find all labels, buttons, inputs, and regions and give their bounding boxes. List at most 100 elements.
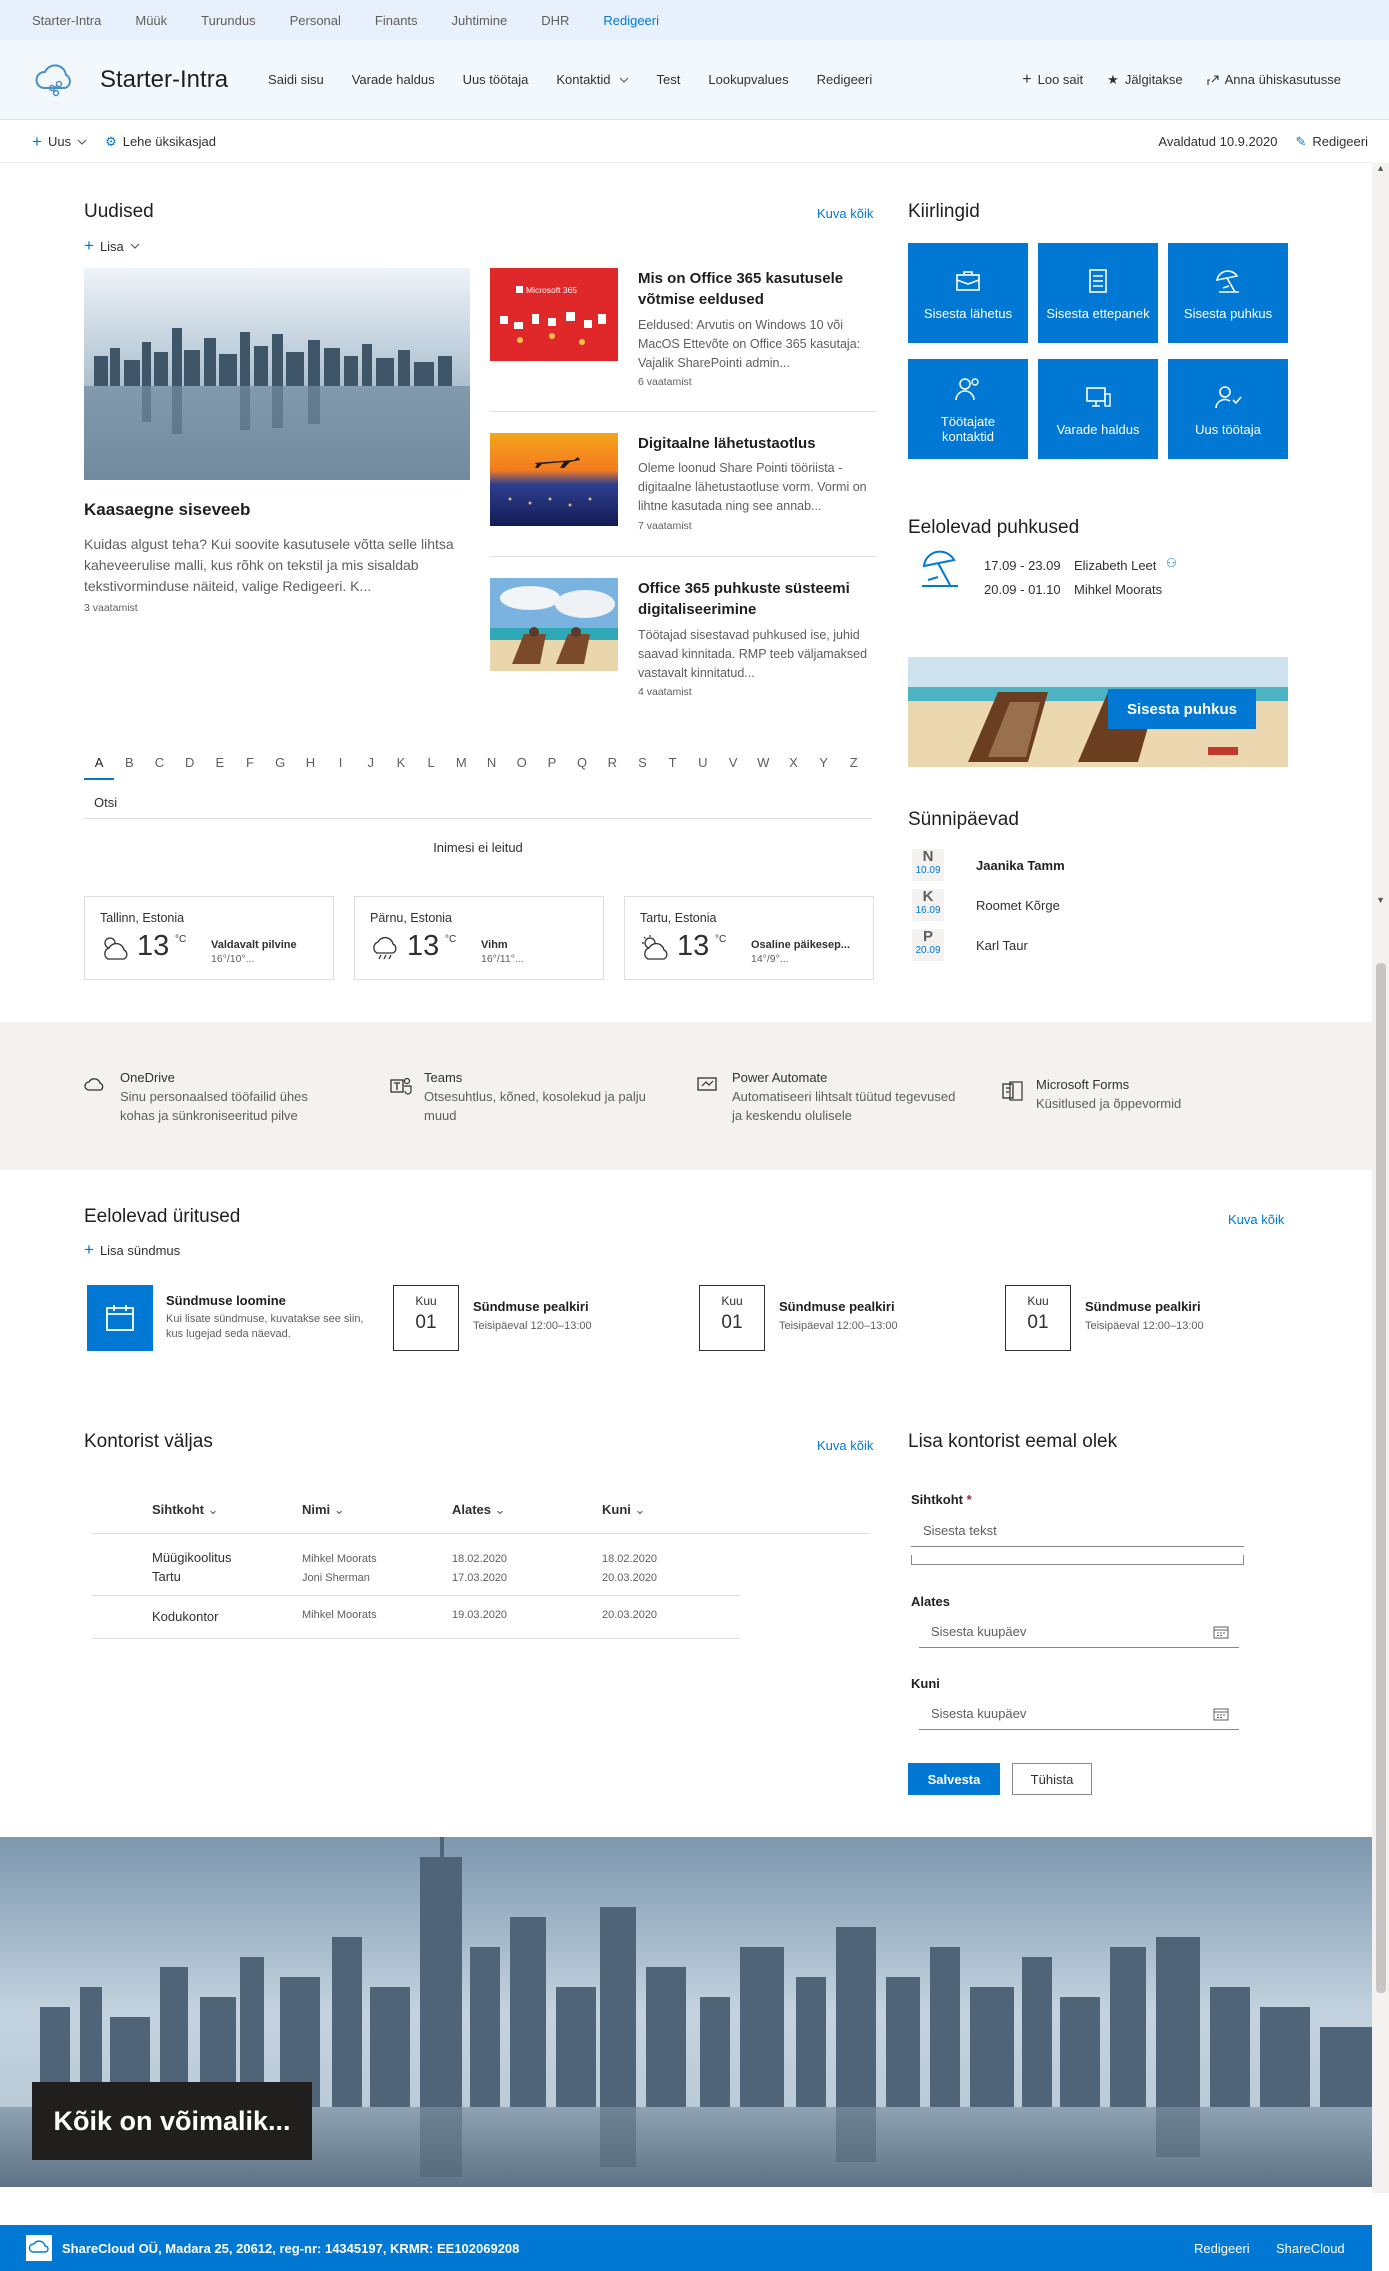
weather-card[interactable]: Pärnu, Estonia 13 °C Vihm 16°/11°... — [354, 896, 604, 980]
hub-nav-item[interactable]: DHR — [541, 13, 569, 28]
news-add-button[interactable]: + Lisa — [84, 236, 140, 256]
letter-filter[interactable]: V — [718, 755, 748, 770]
letter-filter[interactable]: U — [688, 755, 718, 770]
hub-nav-item[interactable]: Finants — [375, 13, 418, 28]
nav-item[interactable]: Saidi sisu — [268, 72, 324, 87]
birthday-name[interactable]: Jaanika Tamm — [976, 858, 1065, 873]
letter-filter[interactable]: N — [476, 755, 506, 770]
event-card[interactable]: Kuu 01 Sündmuse pealkiri Teisipäeval 12:… — [699, 1285, 898, 1351]
letter-filter[interactable]: M — [446, 755, 476, 770]
event-create-card[interactable]: Sündmuse loomine Kui lisate sündmuse, ku… — [87, 1285, 366, 1351]
letter-filter[interactable]: H — [295, 755, 325, 770]
letter-filter[interactable]: B — [114, 755, 144, 770]
destination-input[interactable]: Sisesta tekst — [911, 1515, 1244, 1547]
holiday-name[interactable]: Mihkel Moorats — [1074, 582, 1162, 597]
hub-nav-item[interactable]: Personal — [290, 13, 341, 28]
save-button[interactable]: Salvesta — [908, 1763, 1000, 1795]
follow-button[interactable]: ★ Jälgitakse — [1107, 71, 1182, 89]
letter-filter[interactable]: O — [507, 755, 537, 770]
birthday-name[interactable]: Karl Taur — [976, 938, 1028, 953]
letter-filter[interactable]: Y — [809, 755, 839, 770]
letter-filter[interactable]: J — [356, 755, 386, 770]
news-see-all-link[interactable]: Kuva kõik — [817, 206, 873, 221]
letter-filter[interactable]: Z — [839, 755, 869, 770]
news-thumb-airplane[interactable] — [490, 433, 618, 526]
add-event-button[interactable]: + Lisa sündmus — [84, 1240, 180, 1260]
letter-filter[interactable]: F — [235, 755, 265, 770]
quick-link[interactable]: Varade haldus — [1038, 359, 1158, 459]
nav-item[interactable]: Varade haldus — [352, 72, 435, 87]
letter-filter[interactable]: X — [778, 755, 808, 770]
footer-edit-link[interactable]: Redigeeri — [1194, 2241, 1250, 2256]
share-button[interactable]: Anna ühiskasutusse — [1207, 71, 1341, 89]
cancel-button[interactable]: Tühista — [1012, 1763, 1092, 1795]
quick-link[interactable]: Uus töötaja — [1168, 359, 1288, 459]
letter-filter[interactable]: E — [205, 755, 235, 770]
scrollbar-thumb[interactable] — [1376, 963, 1386, 1993]
events-see-all-link[interactable]: Kuva kõik — [1228, 1212, 1284, 1227]
letter-filter[interactable]: T — [658, 755, 688, 770]
from-date-input[interactable]: Sisesta kuupäev — [919, 1616, 1239, 1648]
app-link-power-automate[interactable]: Power Automate Automatiseeri lihtsalt tü… — [696, 1068, 966, 1125]
letter-filter[interactable]: D — [175, 755, 205, 770]
table-row[interactable]: Kodukontor Mihkel Moorats 19.03.2020 20.… — [92, 1597, 740, 1639]
letter-filter[interactable]: S — [627, 755, 657, 770]
scroll-down-arrow[interactable]: ▼ — [1376, 895, 1385, 905]
news-item-title[interactable]: Digitaalne lähetustaotlus — [638, 433, 873, 454]
letter-filter[interactable]: R — [597, 755, 627, 770]
new-button[interactable]: + Uus — [32, 132, 87, 152]
letter-filter[interactable]: W — [748, 755, 778, 770]
hub-nav-item[interactable]: Turundus — [201, 13, 255, 28]
site-title[interactable]: Starter-Intra — [100, 66, 228, 94]
ooo-see-all-link[interactable]: Kuva kõik — [817, 1438, 873, 1453]
weather-card[interactable]: Tallinn, Estonia 13 °C Valdavalt pilvine… — [84, 896, 334, 980]
letter-filter[interactable]: P — [537, 755, 567, 770]
letter-filter[interactable]: Q — [567, 755, 597, 770]
app-link-forms[interactable]: Microsoft Forms Küsitlused ja õppevormid — [1002, 1075, 1232, 1113]
news-thumb-beach[interactable] — [490, 578, 618, 671]
weather-card[interactable]: Tartu, Estonia 13 °C Osaline päikesep...… — [624, 896, 874, 980]
cloud-logo-icon[interactable] — [32, 58, 76, 102]
column-header-destination[interactable]: Sihtkoht ⌄ — [152, 1502, 219, 1518]
contact-card-icon[interactable]: ⚇ — [1166, 556, 1177, 570]
column-header-to[interactable]: Kuni ⌄ — [602, 1502, 645, 1518]
nav-item-contacts[interactable]: Kontaktid — [556, 72, 628, 87]
letter-filter[interactable]: L — [416, 755, 446, 770]
nav-item[interactable]: Test — [657, 72, 681, 87]
column-header-name[interactable]: Nimi ⌄ — [302, 1502, 345, 1518]
edit-button[interactable]: ✎ Redigeeri — [1295, 134, 1368, 150]
news-item-title[interactable]: Mis on Office 365 kasutusele võtmise eel… — [638, 268, 873, 310]
holiday-name[interactable]: Elizabeth Leet — [1074, 558, 1156, 573]
hub-nav-item[interactable]: Juhtimine — [452, 13, 508, 28]
people-search-link[interactable]: Otsi — [94, 795, 117, 810]
nav-item[interactable]: Lookupvalues — [708, 72, 788, 87]
enter-holiday-button[interactable]: Sisesta puhkus — [1108, 689, 1256, 729]
news-hero-title[interactable]: Kaasaegne siseveeb — [84, 500, 250, 520]
quick-link[interactable]: Töötajate kontaktid — [908, 359, 1028, 459]
quick-link[interactable]: Sisesta lähetus — [908, 243, 1028, 343]
column-header-from[interactable]: Alates ⌄ — [452, 1502, 506, 1518]
letter-filter[interactable]: K — [386, 755, 416, 770]
quick-link[interactable]: Sisesta ettepanek — [1038, 243, 1158, 343]
birthday-name[interactable]: Roomet Kõrge — [976, 898, 1060, 913]
to-date-input[interactable]: Sisesta kuupäev — [919, 1698, 1239, 1730]
footer-brand-link[interactable]: ShareCloud — [1276, 2241, 1345, 2256]
letter-filter[interactable]: C — [144, 755, 174, 770]
event-card[interactable]: Kuu 01 Sündmuse pealkiri Teisipäeval 12:… — [1005, 1285, 1204, 1351]
page-details-button[interactable]: ⚙ Lehe üksikasjad — [105, 134, 216, 150]
quick-link[interactable]: Sisesta puhkus — [1168, 243, 1288, 343]
news-hero-image[interactable] — [84, 268, 470, 480]
hub-nav-edit[interactable]: Redigeeri — [603, 13, 659, 28]
news-thumb-microsoft365[interactable]: Microsoft 365 — [490, 268, 618, 361]
letter-filter[interactable]: G — [265, 755, 295, 770]
letter-filter[interactable]: I — [326, 755, 356, 770]
nav-item[interactable]: Uus töötaja — [463, 72, 529, 87]
news-item-title[interactable]: Office 365 puhkuste süsteemi digitalisee… — [638, 578, 873, 620]
nav-item-edit[interactable]: Redigeeri — [817, 72, 873, 87]
app-link-teams[interactable]: Teams Otsesuhtlus, kõned, kosolekud ja p… — [390, 1068, 680, 1125]
letter-filter-active[interactable]: A — [84, 755, 114, 770]
scroll-up-arrow[interactable]: ▲ — [1376, 163, 1385, 173]
create-site-button[interactable]: + Loo sait — [1022, 71, 1083, 89]
app-link-onedrive[interactable]: OneDrive Sinu personaalsed tööfailid ühe… — [84, 1068, 344, 1125]
hub-nav-item[interactable]: Starter-Intra — [32, 13, 101, 28]
